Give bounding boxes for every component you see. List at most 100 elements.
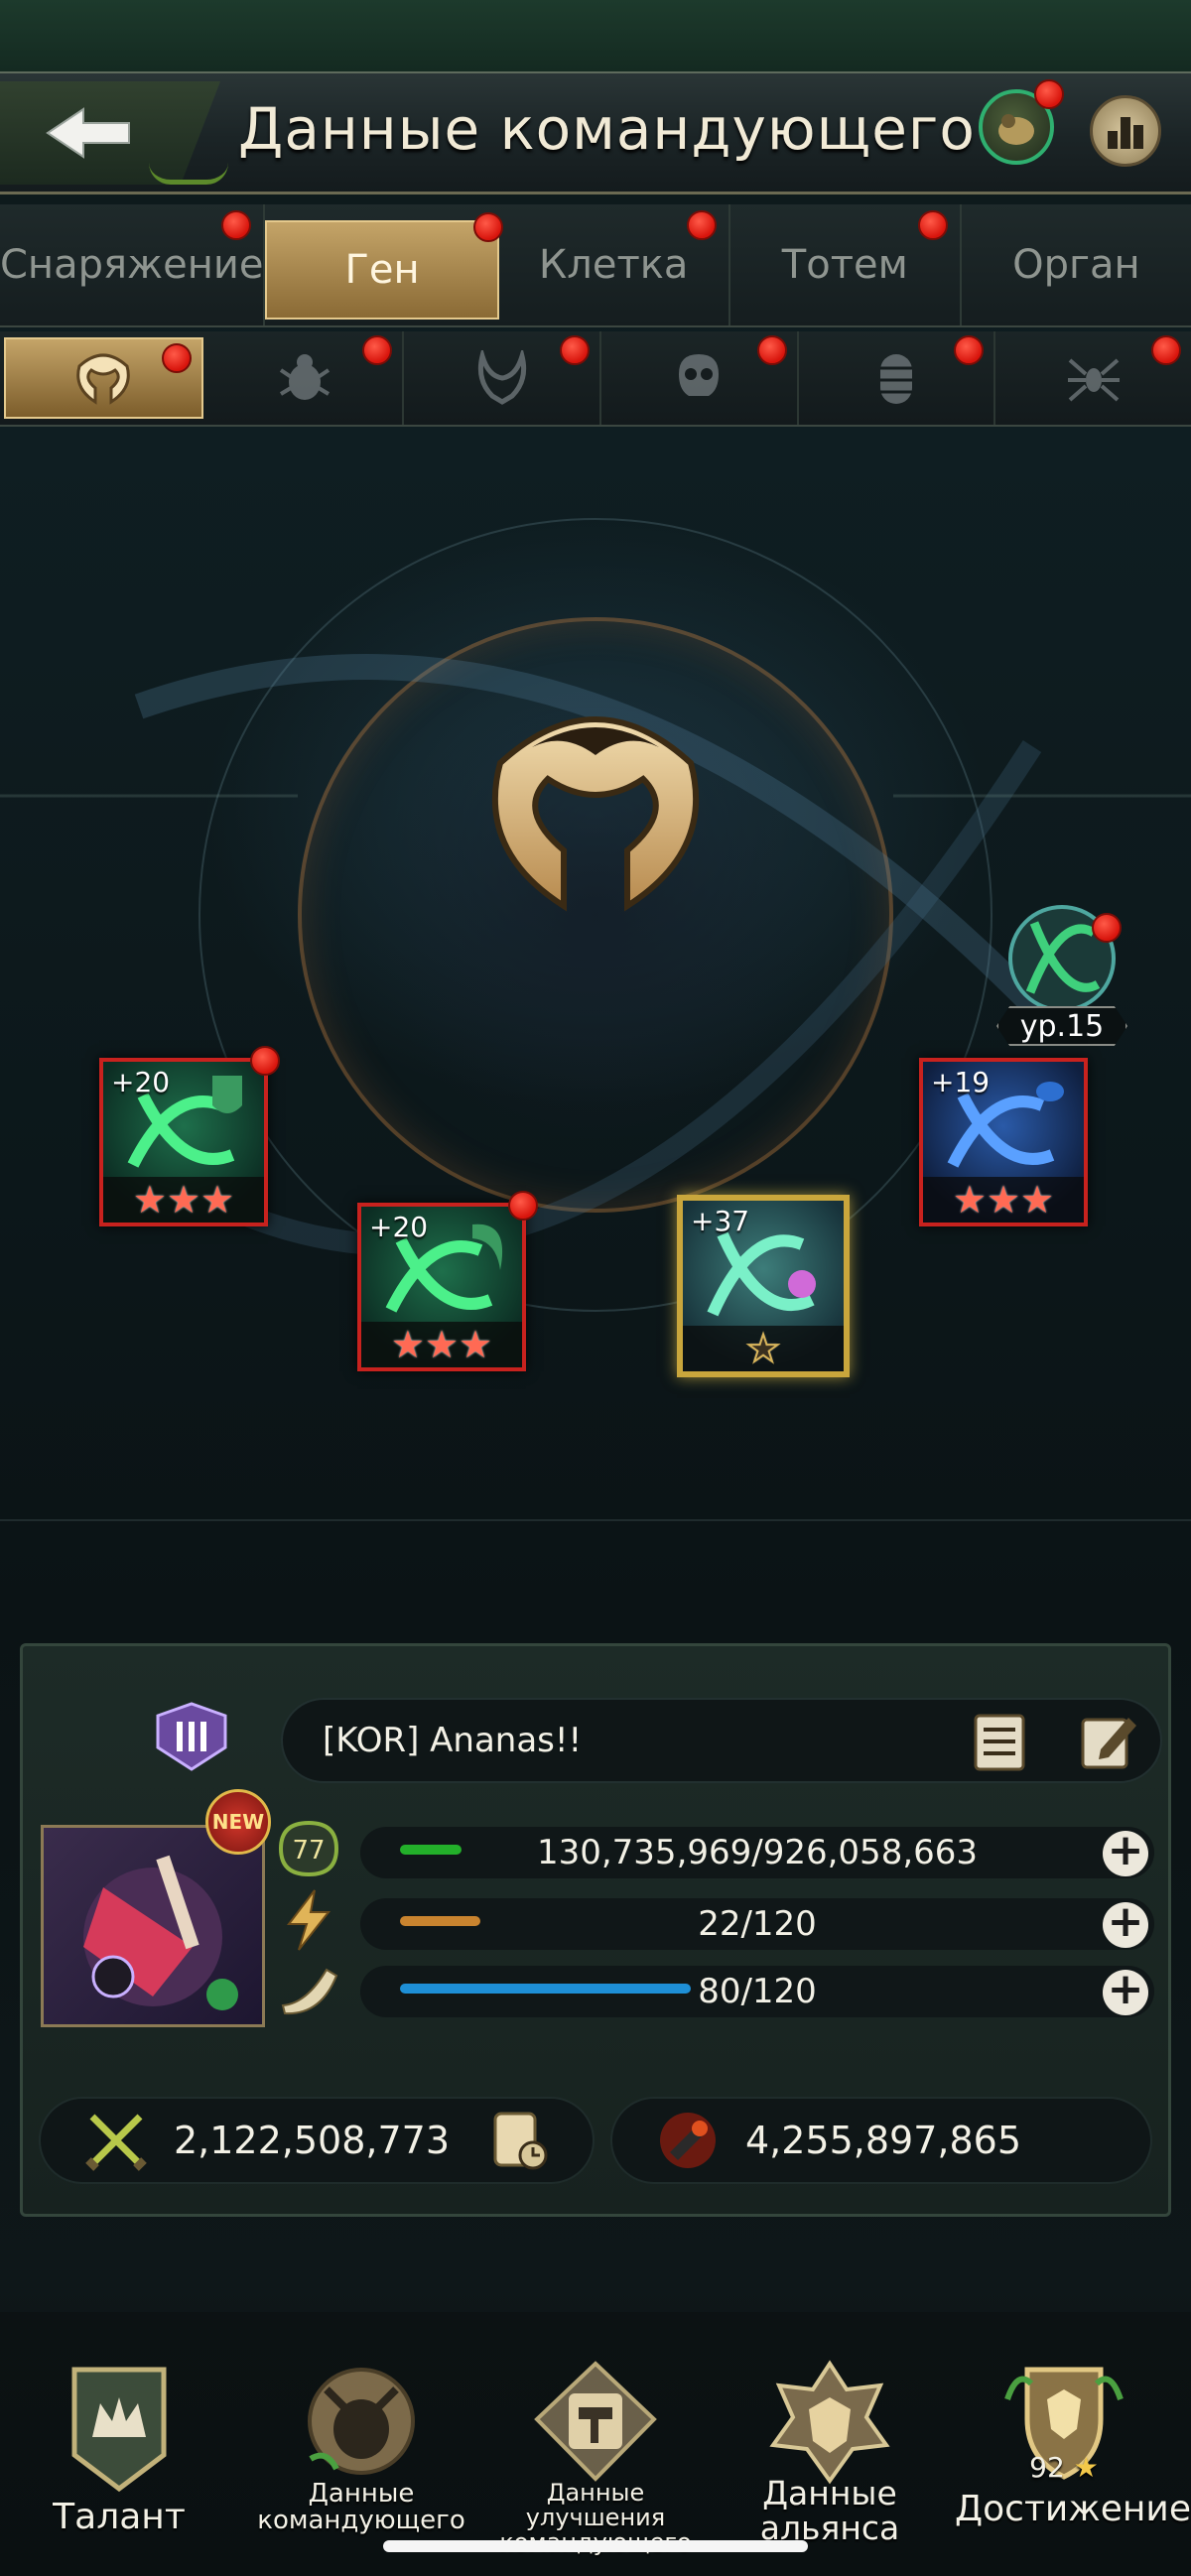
mantis-head-icon [477, 350, 526, 405]
vine-decoration [149, 163, 228, 185]
header-bar: Данные командующего [0, 71, 1191, 194]
star-icon: ★ [166, 1178, 201, 1222]
gene-card-shield[interactable]: +20 ★ ★ ★ [99, 1046, 280, 1226]
star-rating: ★ ★ ★ [923, 1177, 1084, 1223]
star-rating: ★ [683, 1326, 844, 1371]
subtab-notification-dot [560, 335, 591, 365]
commander-name-bar: [KOR] Ananas!! [281, 1698, 1162, 1783]
tab-notification-dot [686, 210, 717, 240]
commander-info-panel: [KOR] Ananas!! NEW 77 130,735,969/926,05… [20, 1643, 1171, 2217]
kills-value: 4,255,897,865 [745, 2119, 1022, 2162]
subtab-notification-dot [362, 335, 393, 365]
subtab-beetle[interactable] [207, 331, 405, 425]
gene-card-scythe[interactable]: +20 ★ ★ ★ [357, 1191, 538, 1371]
commander-portrait-icon [83, 1855, 238, 2010]
home-indicator[interactable] [383, 2540, 808, 2552]
subtab-skull-ant[interactable] [601, 331, 799, 425]
kills-box: 4,255,897,865 [610, 2097, 1152, 2184]
gene-level-text: +20 [369, 1211, 429, 1243]
gene-emblem-icon [76, 353, 131, 405]
alliance-emblem-icon [769, 2360, 890, 2485]
gene-level-text: +19 [931, 1066, 991, 1098]
category-tabs: Снаряжение Ген Клетка Тотем Орган [0, 204, 1191, 327]
subtab-spider[interactable] [995, 331, 1191, 425]
nav-achievement[interactable]: 92 ★ Достижение [955, 2360, 1191, 2568]
star-rating: ★ ★ ★ [361, 1322, 522, 1367]
tab-organ[interactable]: Орган [962, 204, 1191, 325]
tab-label: Тотем [781, 242, 908, 288]
gene-notification-dot [250, 1046, 280, 1076]
rank-roman-three-icon [156, 1702, 227, 1771]
bar-chart-icon [1108, 117, 1143, 149]
gene-level-label: ур.15 [996, 1006, 1127, 1046]
gene-level-button[interactable]: ур.15 [991, 903, 1133, 1052]
ranking-button[interactable] [1090, 95, 1161, 167]
beetle-icon [279, 354, 331, 400]
gene-type-subtabs [0, 331, 1191, 427]
nav-commander-upgrade[interactable]: Данные улучшения командующего [486, 2360, 705, 2568]
star-icon: ★ [1073, 2451, 1099, 2484]
star-icon: ★ [459, 1323, 493, 1366]
new-badge: NEW [205, 1789, 271, 1855]
nav-talent[interactable]: Талант [10, 2360, 228, 2568]
gene-card-legendary[interactable]: +37 ★ [677, 1195, 850, 1377]
star-icon: ★ [952, 1178, 987, 1222]
tab-label: Ген [344, 247, 420, 293]
power-box: 2,122,508,773 [39, 2097, 595, 2184]
commander-avatar[interactable] [41, 1825, 265, 2027]
subtab-notification-dot [954, 335, 985, 365]
star-icon: ★ [390, 1323, 425, 1366]
profile-notification-dot [1034, 79, 1064, 109]
commander-name: [KOR] Ananas!! [323, 1721, 583, 1760]
back-arrow-icon [46, 107, 130, 159]
tab-label: Орган [1012, 242, 1140, 288]
bottom-navigation: Талант Данные командующего Данные улучше… [0, 2312, 1191, 2576]
edit-name-icon[interactable] [1077, 1710, 1140, 1773]
tab-label: Клетка [538, 242, 689, 288]
horn-value: 80/120 [698, 1972, 817, 2011]
star-icon: ★ [200, 1178, 235, 1222]
add-hp-button[interactable]: + [1103, 1829, 1148, 1876]
subtab-gene-emblem[interactable] [4, 337, 203, 419]
subtab-larva[interactable] [799, 331, 996, 425]
tab-label: Снаряжение [0, 242, 264, 288]
subtab-notification-dot [756, 335, 787, 365]
subtab-notification-dot [1151, 335, 1182, 365]
star-icon: ★ [745, 1327, 781, 1370]
tab-cell[interactable]: Клетка [499, 204, 730, 325]
upgrade-scroll-hammer-icon [534, 2361, 657, 2482]
tab-totem[interactable]: Тотем [730, 204, 962, 325]
gene-level-text: +37 [691, 1205, 750, 1237]
level-77-badge-icon: 77 [278, 1820, 339, 1877]
commander-beetle-icon [308, 2368, 415, 2475]
star-icon: ★ [424, 1323, 460, 1366]
star-icon: ★ [132, 1178, 167, 1222]
add-horn-button[interactable]: + [1103, 1968, 1148, 2015]
add-energy-button[interactable]: + [1103, 1900, 1148, 1948]
energy-stat-row: 22/120 + [360, 1898, 1154, 1950]
tab-notification-dot [221, 210, 252, 240]
subtab-notification-dot [161, 343, 192, 373]
nav-talent-label: Талант [53, 2497, 186, 2537]
tab-gene[interactable]: Ген [265, 212, 503, 320]
power-history-scroll-icon[interactable] [485, 2108, 551, 2173]
nav-achievement-label: Достижение [955, 2489, 1191, 2529]
crossed-swords-icon [85, 2114, 147, 2171]
lightning-icon [286, 1889, 331, 1951]
nav-commander-data[interactable]: Данные командующего [252, 2360, 470, 2568]
achievement-count-value: 92 [1029, 2451, 1065, 2484]
horn-stat-row: 80/120 + [360, 1966, 1154, 2017]
larva-icon [880, 354, 913, 404]
skull-ant-icon [679, 354, 720, 396]
gene-level-text: +20 [111, 1066, 171, 1098]
subtab-mantis[interactable] [404, 331, 602, 425]
power-value: 2,122,508,773 [174, 2119, 451, 2162]
gene-card-ant[interactable]: +19 ★ ★ ★ [919, 1058, 1088, 1226]
nav-alliance-data[interactable]: Данные альянса [721, 2360, 939, 2568]
kills-icon [660, 2113, 716, 2168]
tab-equipment[interactable]: Снаряжение [0, 204, 266, 325]
log-list-icon[interactable] [968, 1710, 1031, 1773]
top-status-strip [0, 0, 1191, 71]
commander-profile-button[interactable] [979, 79, 1064, 165]
commander-data-screen: Данные командующего Снаряжение Ген Клетк… [0, 0, 1191, 2576]
